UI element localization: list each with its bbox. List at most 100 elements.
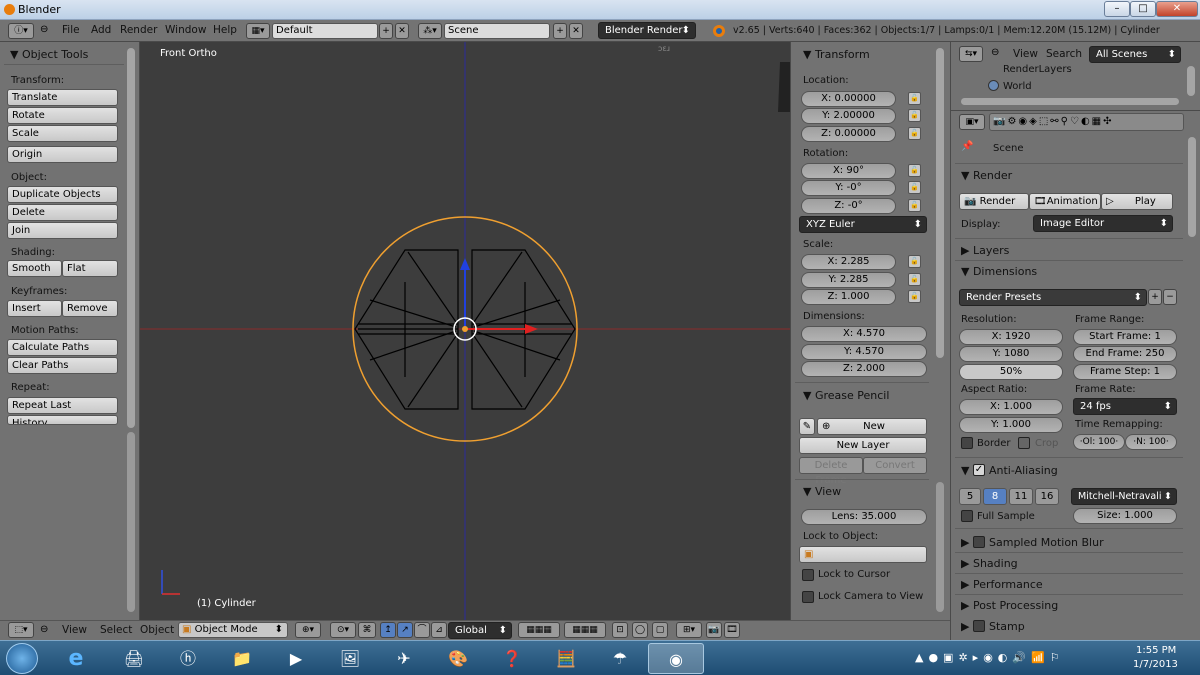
calculator-icon[interactable]: 🧮 xyxy=(538,643,594,674)
orientation-select[interactable]: Global ⬍ xyxy=(448,622,512,639)
scale-manipulator-icon[interactable]: ⌒ xyxy=(414,622,430,638)
resolution-y-field[interactable]: Y: 1080 xyxy=(959,346,1063,362)
clear-paths-button[interactable]: Clear Paths xyxy=(7,357,118,374)
menu-file[interactable]: File xyxy=(62,24,80,36)
screen-layout-icon[interactable]: ▦▾ xyxy=(246,23,270,39)
menu-add[interactable]: Add xyxy=(91,24,111,36)
pin-icon[interactable]: 📌 xyxy=(961,141,973,152)
view-menu[interactable]: View xyxy=(62,624,87,636)
properties-scrollbar[interactable] xyxy=(936,48,944,358)
full-sample-checkbox[interactable] xyxy=(961,510,973,522)
remap-old-field[interactable]: ·Ol: 100· xyxy=(1073,434,1125,450)
dimension-x-field[interactable]: X: 4.570 xyxy=(801,326,927,342)
scale-z-field[interactable]: Z: 1.000 xyxy=(801,289,896,305)
insert-keyframe-button[interactable]: Insert xyxy=(7,300,62,317)
outliner-scrollbar[interactable] xyxy=(1187,66,1195,96)
motion-blur-checkbox[interactable] xyxy=(973,536,985,548)
dimension-z-field[interactable]: Z: 2.000 xyxy=(801,361,927,377)
lock-scale-y-icon[interactable]: 🔓 xyxy=(908,273,921,286)
3d-viewport[interactable]: Front Ortho ɔɛɹ (1) Cylinder xyxy=(140,42,790,620)
aa-samples-16[interactable]: 16 xyxy=(1035,488,1059,505)
collapse-menu-icon[interactable]: ⊖ xyxy=(40,624,48,635)
rotate-manipulator-icon[interactable]: ↗ xyxy=(397,622,413,638)
delete-frame-button[interactable]: Delete Frame xyxy=(799,457,863,486)
render-header[interactable]: ▼ Render xyxy=(961,169,1012,182)
clock-time[interactable]: 1:55 PM xyxy=(1136,645,1176,656)
printer-app-icon[interactable]: 🖨 xyxy=(106,643,162,674)
start-button[interactable] xyxy=(6,643,38,674)
lock-object-field[interactable]: ▣ xyxy=(799,546,927,563)
snap-icon[interactable]: ▢ xyxy=(652,622,668,638)
layers-grid-2[interactable]: ▦▦▦ xyxy=(564,622,606,638)
opengl-render-icon[interactable]: 📷 xyxy=(706,622,722,638)
motion-blur-expand-icon[interactable]: ▶ xyxy=(961,536,969,549)
animation-button[interactable]: 🎞Animation xyxy=(1029,193,1101,210)
outliner-filter-select[interactable]: All Scenes ⬍ xyxy=(1089,46,1181,63)
viewport-shading-icon[interactable]: ⊕▾ xyxy=(295,622,321,638)
delete-button[interactable]: Delete xyxy=(7,204,118,221)
scale-tool-icon[interactable]: ⊿ xyxy=(431,622,447,638)
render-button[interactable]: 📷 Render xyxy=(959,193,1029,210)
minimize-button[interactable]: – xyxy=(1104,1,1130,17)
media-player-icon[interactable]: ▶ xyxy=(268,643,324,674)
frame-rate-select[interactable]: 24 fps ⬍ xyxy=(1073,398,1177,415)
stamp-header[interactable]: Stamp xyxy=(989,620,1025,633)
file-explorer-icon[interactable]: 📁 xyxy=(214,643,270,674)
anti-aliasing-header[interactable]: Anti-Aliasing xyxy=(989,464,1058,477)
stamp-expand-icon[interactable]: ▶ xyxy=(961,620,969,633)
mode-select[interactable]: ▣ Object Mode ⬍ xyxy=(178,622,288,638)
object-tools-header[interactable]: ▼ Object Tools xyxy=(10,48,88,61)
aa-samples-11[interactable]: 11 xyxy=(1009,488,1033,505)
lock-location-z-icon[interactable]: 🔓 xyxy=(908,127,921,140)
object-menu[interactable]: Object xyxy=(140,624,174,636)
layers-header[interactable]: ▶ Layers xyxy=(961,244,1009,257)
paint-app-icon[interactable]: 🎨 xyxy=(430,643,486,674)
origin-button[interactable]: Origin xyxy=(7,146,118,163)
scale-button[interactable]: Scale xyxy=(7,125,118,142)
aspect-x-field[interactable]: X: 1.000 xyxy=(959,399,1063,415)
viewport-editor-type-icon[interactable]: ⬚▾ xyxy=(8,622,34,638)
tool-shelf-scrollbar[interactable] xyxy=(127,48,135,428)
outliner-search-menu[interactable]: Search xyxy=(1046,48,1082,60)
menu-help[interactable]: Help xyxy=(213,24,237,36)
lock-location-x-icon[interactable]: 🔓 xyxy=(908,92,921,105)
outliner-editor-type-icon[interactable]: ⇆▾ xyxy=(959,46,983,62)
rotate-button[interactable]: Rotate xyxy=(7,107,118,124)
delete-scene-button[interactable]: ✕ xyxy=(569,23,583,39)
snap-element-icon[interactable]: ⊞▾ xyxy=(676,622,702,638)
outliner-item-renderlayers[interactable]: RenderLayers xyxy=(1003,64,1072,75)
calculate-paths-button[interactable]: Calculate Paths xyxy=(7,339,118,356)
aa-filter-select[interactable]: Mitchell-Netravali ⬍ xyxy=(1071,488,1177,505)
lock-location-y-icon[interactable]: 🔓 xyxy=(908,109,921,122)
play-button[interactable]: ▷ Play xyxy=(1101,193,1173,210)
help-app-icon[interactable]: ❓ xyxy=(484,643,540,674)
scale-y-field[interactable]: Y: 2.285 xyxy=(801,272,896,288)
repeat-last-button[interactable]: Repeat Last xyxy=(7,397,118,414)
network-app-icon[interactable]: ✈ xyxy=(376,643,432,674)
flat-button[interactable]: Flat xyxy=(62,260,118,277)
maximize-button[interactable]: □ xyxy=(1130,1,1156,17)
lens-field[interactable]: Lens: 35.000 xyxy=(801,509,927,525)
display-select[interactable]: Image Editor ⬍ xyxy=(1033,215,1173,232)
post-processing-header[interactable]: ▶ Post Processing xyxy=(961,599,1058,612)
rotation-mode-select[interactable]: XYZ Euler ⬍ xyxy=(799,216,927,233)
remove-preset-button[interactable]: − xyxy=(1163,289,1177,305)
menu-window[interactable]: Window xyxy=(165,24,206,36)
tool-shelf-lower-scrollbar[interactable] xyxy=(127,432,135,612)
location-z-field[interactable]: Z: 0.00000 xyxy=(801,126,896,142)
aa-expand-icon[interactable]: ▼ xyxy=(961,464,969,477)
translate-manipulator-icon[interactable]: ↥ xyxy=(380,622,396,638)
lock-rotation-x-icon[interactable]: 🔓 xyxy=(908,164,921,177)
frame-step-field[interactable]: Frame Step: 1 xyxy=(1073,364,1177,380)
stamp-checkbox[interactable] xyxy=(973,620,985,632)
translate-button[interactable]: Translate xyxy=(7,89,118,106)
internet-explorer-icon[interactable]: e xyxy=(48,643,104,674)
history-button[interactable]: History... xyxy=(7,415,118,425)
end-frame-field[interactable]: End Frame: 250 xyxy=(1073,346,1177,362)
add-preset-button[interactable]: + xyxy=(1148,289,1162,305)
aa-samples-5[interactable]: 5 xyxy=(959,488,981,505)
aa-samples-8[interactable]: 8 xyxy=(983,488,1007,505)
grease-pencil-new-button[interactable]: ⊕ New xyxy=(817,418,927,435)
dimension-y-field[interactable]: Y: 4.570 xyxy=(801,344,927,360)
duplicate-objects-button[interactable]: Duplicate Objects xyxy=(7,186,118,203)
